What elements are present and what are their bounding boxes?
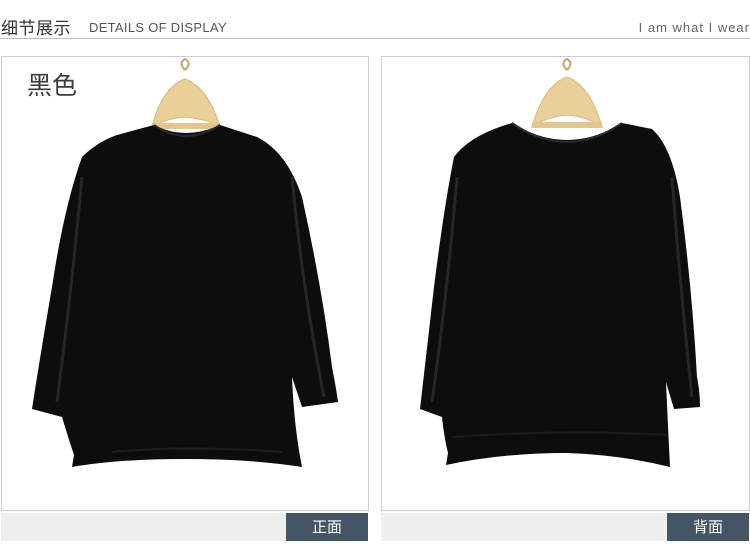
hanger-icon <box>531 57 603 129</box>
front-view-label: 正面 <box>286 513 368 541</box>
brand-tagline: I am what I wear <box>638 20 750 35</box>
back-blouse-image <box>420 57 700 467</box>
hanger-icon <box>151 57 221 129</box>
section-header: 细节展示 DETAILS OF DISPLAY I am what I wear <box>0 0 750 40</box>
color-label: 黑色 <box>27 71 78 100</box>
section-subtitle: DETAILS OF DISPLAY <box>89 20 227 35</box>
back-view-panel <box>381 56 750 511</box>
section-title: 细节展示 <box>1 19 71 39</box>
front-view-panel <box>1 56 369 511</box>
header-divider <box>0 38 750 39</box>
front-blouse-image <box>32 57 338 467</box>
back-view-label: 背面 <box>667 513 749 541</box>
